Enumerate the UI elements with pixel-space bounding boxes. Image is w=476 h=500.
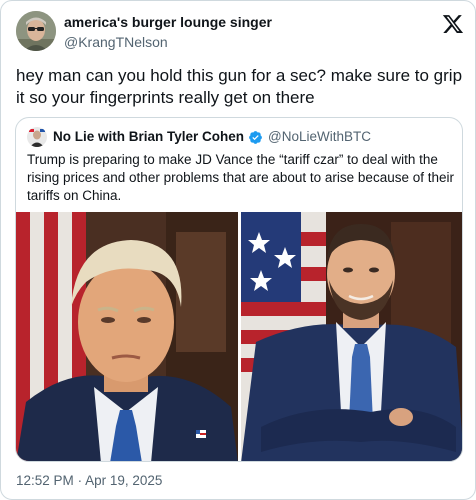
tweet-time[interactable]: 12:52 PM	[16, 473, 74, 488]
author-display-name[interactable]: america's burger lounge singer	[64, 13, 272, 31]
quoted-author-name: No Lie with Brian Tyler Cohen	[53, 129, 245, 144]
tweet-text: hey man can you hold this gun for a sec?…	[16, 66, 463, 107]
tweet-header: america's burger lounge singer @KrangTNe…	[16, 11, 464, 55]
avatar-photo-icon	[16, 11, 56, 51]
quoted-tweet[interactable]: No Lie with Brian Tyler Cohen @NoLieWith…	[15, 117, 463, 462]
verified-badge-icon	[249, 130, 262, 144]
left-photo[interactable]	[16, 212, 238, 461]
quoted-tweet-header: No Lie with Brian Tyler Cohen @NoLieWith…	[27, 127, 371, 147]
quoted-media	[16, 212, 462, 461]
author-handle[interactable]: @KrangTNelson	[64, 33, 272, 51]
separator-dot: ·	[77, 473, 83, 488]
author-avatar[interactable]	[16, 11, 56, 51]
quoted-tweet-text: Trump is preparing to make JD Vance the …	[27, 152, 454, 203]
tweet-date[interactable]: Apr 19, 2025	[85, 473, 162, 488]
quoted-author-handle: @NoLieWithBTC	[268, 129, 372, 144]
tweet-footer: 12:52 PM · Apr 19, 2025	[16, 472, 162, 490]
tweet-card: america's burger lounge singer @KrangTNe…	[0, 0, 476, 500]
right-photo[interactable]	[241, 212, 462, 461]
quoted-author-avatar	[27, 127, 47, 147]
author-name-block: america's burger lounge singer @KrangTNe…	[64, 13, 272, 51]
x-logo-icon[interactable]	[442, 13, 464, 35]
